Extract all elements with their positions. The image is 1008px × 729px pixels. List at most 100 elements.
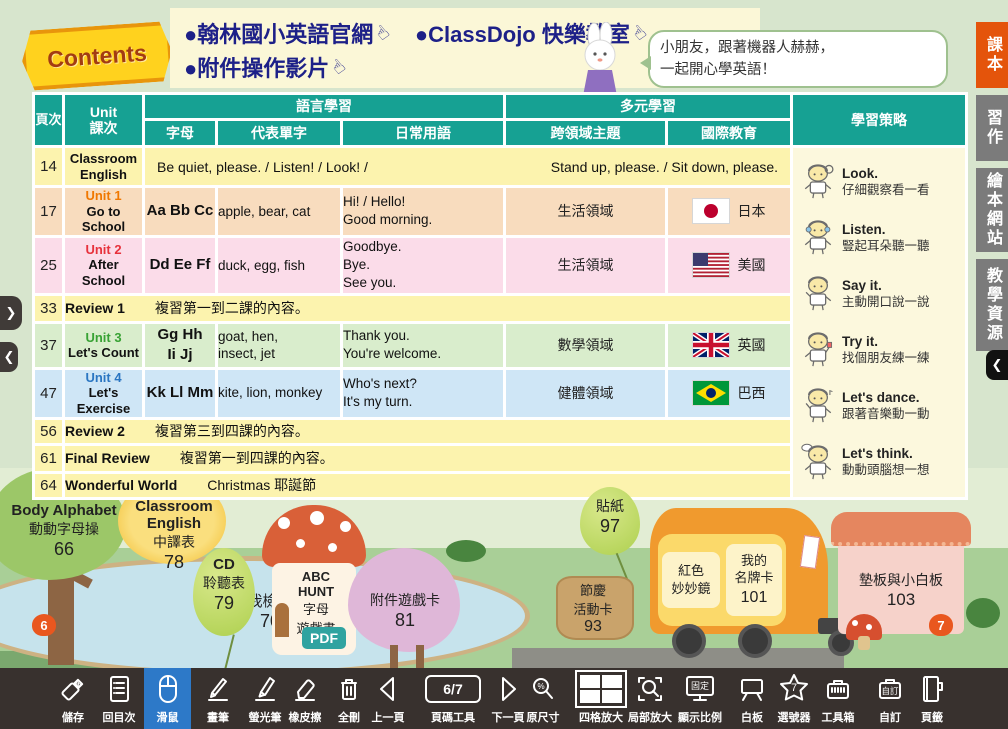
body-alphabet-en: Body Alphabet <box>8 502 120 519</box>
strategy-think: Let's think.動動頭腦想一想 <box>801 443 961 483</box>
sidebar-collapse-button[interactable]: ❮ <box>986 350 1008 380</box>
row25-phrase2: Bye. <box>343 256 503 274</box>
scene-item-red-mirror[interactable]: 紅色 妙妙鏡 <box>662 552 720 608</box>
mouse-tool-button[interactable]: 滑鼠 <box>144 668 191 729</box>
festival-page: 93 <box>556 618 630 636</box>
uk-flag-icon <box>693 333 729 357</box>
game-cards-zh: 附件遊戲卡 <box>358 590 452 610</box>
edge-flip-forward-button[interactable]: ❯ <box>0 296 22 330</box>
row47-words: kite, lion, monkey <box>217 368 342 418</box>
col-header-multi-learning: 多元學習 <box>505 94 792 120</box>
row64-desc: Christmas 耶誕節 <box>207 477 316 493</box>
link-attachment-video[interactable]: ●附件操作影片 ☝ <box>184 51 345 83</box>
mushroom-body: ABC HUNT 字母 遊戲書 PDF <box>272 563 356 655</box>
row47-country: 巴西 <box>667 368 792 418</box>
area-zoom-label: 局部放大 <box>628 709 672 725</box>
row17-country-label: 日本 <box>738 201 766 221</box>
link-attachment-video-label: ●附件操作影片 <box>184 51 329 83</box>
row47-theme: 健體領域 <box>505 368 667 418</box>
name-tag-zh2: 名牌卡 <box>734 569 773 587</box>
strategy-listen-zh: 豎起耳朵聽一聽 <box>842 239 930 255</box>
pink-tree-trunks <box>390 645 398 669</box>
strategy-sayit-zh: 主動開口說一說 <box>842 295 930 311</box>
row37-words-line2: insect, jet <box>218 345 340 363</box>
pointer-hand-icon: ☝ <box>327 54 351 79</box>
bottom-toolbar: 儲存 回目次 滑鼠 畫筆 螢光筆 橡皮擦 全刪 上一頁 <box>0 668 1008 729</box>
strategy-sayit-en: Say it. <box>842 278 930 295</box>
strategy-dance-en: Let's dance. <box>842 390 930 407</box>
row47-unit: Unit 4 Let's Exercise <box>64 368 144 418</box>
zoom-percent-icon: % <box>526 668 560 709</box>
festival-zh1: 節慶 <box>556 580 630 599</box>
scene-item-body-alphabet[interactable]: Body Alphabet 動動字母操 66 <box>8 502 120 560</box>
strategy-think-zh: 動動頭腦想一想 <box>842 463 930 479</box>
row37-phrase2: You're welcome. <box>343 345 503 363</box>
scene-item-festival-cards[interactable]: 節慶 活動卡 93 <box>556 580 630 636</box>
abc-hunt-house[interactable]: ABC HUNT 字母 遊戲書 PDF <box>262 505 366 655</box>
abc-hunt-en: ABC HUNT <box>286 569 346 599</box>
pointer-hand-icon: ☝ <box>371 20 395 45</box>
original-size-button[interactable]: % 原尺寸 <box>515 668 571 729</box>
svg-text:自訂: 自訂 <box>881 686 899 696</box>
row37-country: 英國 <box>667 322 792 368</box>
link-official-site[interactable]: ●翰林國小英語官網 ☝ <box>184 17 389 49</box>
scene-item-game-cards[interactable]: 附件遊戲卡 81 <box>358 590 452 631</box>
scene-item-name-tag[interactable]: 我的 名牌卡 101 <box>726 544 782 616</box>
save-label: 儲存 <box>62 709 84 725</box>
svg-text:7: 7 <box>791 682 797 694</box>
row37-theme: 數學領域 <box>505 322 667 368</box>
row61-page: 61 <box>34 444 64 472</box>
row47-unit-name: Let's Exercise <box>65 385 142 416</box>
page-indicator[interactable]: 6/7 <box>425 675 480 703</box>
bush <box>446 540 486 562</box>
previous-page-button[interactable]: 上一頁 <box>360 668 416 729</box>
delete-all-label: 全刪 <box>338 709 360 725</box>
row25-unit-tag: Unit 2 <box>65 242 142 258</box>
star-number-icon: 7 <box>776 668 812 709</box>
row64-content: Wonderful WorldChristmas 耶誕節 <box>64 472 792 498</box>
row25-phrase1: Goodbye. <box>343 238 503 256</box>
col-header-daily: 日常用語 <box>342 120 505 147</box>
row25-words: duck, egg, fish <box>217 236 342 294</box>
row37-phrase1: Thank you. <box>343 327 503 345</box>
pdf-button[interactable]: PDF <box>302 627 346 649</box>
row37-daily: Thank you. You're welcome. <box>342 322 505 368</box>
tab-textbook[interactable]: 課本 <box>976 22 1008 88</box>
row47-country-label: 巴西 <box>738 383 766 403</box>
page-tool-button[interactable]: 6/7 頁碼工具 <box>419 668 487 729</box>
display-ratio-button[interactable]: 固定 顯示比例 <box>672 668 728 729</box>
row47-letters: Kk Ll Mm <box>144 368 217 418</box>
scene-item-stickers[interactable]: 貼紙 97 <box>580 496 640 537</box>
row37-unit: Unit 3 Let's Count <box>64 322 144 368</box>
col-header-unit: Unit 課次 <box>64 94 144 147</box>
strategy-panel: Look.仔細觀察看一看 Listen.豎起耳朵聽一聽 Say it.主動開口說… <box>792 147 967 499</box>
contents-list-icon <box>102 668 136 709</box>
tab-workbook[interactable]: 習作 <box>976 95 1008 161</box>
row56-page: 56 <box>34 418 64 444</box>
strategy-sayit: Say it.主動開口說一說 <box>801 274 961 314</box>
row56-desc: 複習第三到四課的內容。 <box>155 423 309 439</box>
svg-text:%: % <box>537 682 544 691</box>
display-ratio-label: 顯示比例 <box>678 709 722 725</box>
robot-tryit-icon <box>801 330 835 370</box>
row37-unit-tag: Unit 3 <box>65 330 142 346</box>
row64-page: 64 <box>34 472 64 498</box>
scene-item-cd-list[interactable]: CD 聆聽表 79 <box>192 556 256 614</box>
col-header-unit-en: Unit <box>65 104 142 120</box>
col-header-page: 頁次 <box>34 94 64 147</box>
tab-teaching-resources[interactable]: 教學資源 <box>976 259 1008 351</box>
area-zoom-button[interactable]: 局部放大 <box>622 668 678 729</box>
eraser-icon <box>288 668 322 709</box>
page-tool-label: 頁碼工具 <box>431 709 475 725</box>
back-to-contents-button[interactable]: 回目次 <box>91 668 147 729</box>
page-tab-button[interactable]: 頁籤 <box>904 668 960 729</box>
row17-theme: 生活領域 <box>505 187 667 237</box>
usa-flag-icon <box>693 253 729 277</box>
bush <box>966 598 1000 628</box>
toolbox-button[interactable]: 工具箱 <box>810 668 866 729</box>
edge-flip-back-button[interactable]: ❮ <box>0 342 18 372</box>
festival-zh2: 活動卡 <box>556 599 630 618</box>
mushroom-cap <box>262 505 366 567</box>
tab-picturebook-site[interactable]: 繪本網站 <box>976 168 1008 252</box>
quad-zoom-label: 四格放大 <box>579 709 623 725</box>
